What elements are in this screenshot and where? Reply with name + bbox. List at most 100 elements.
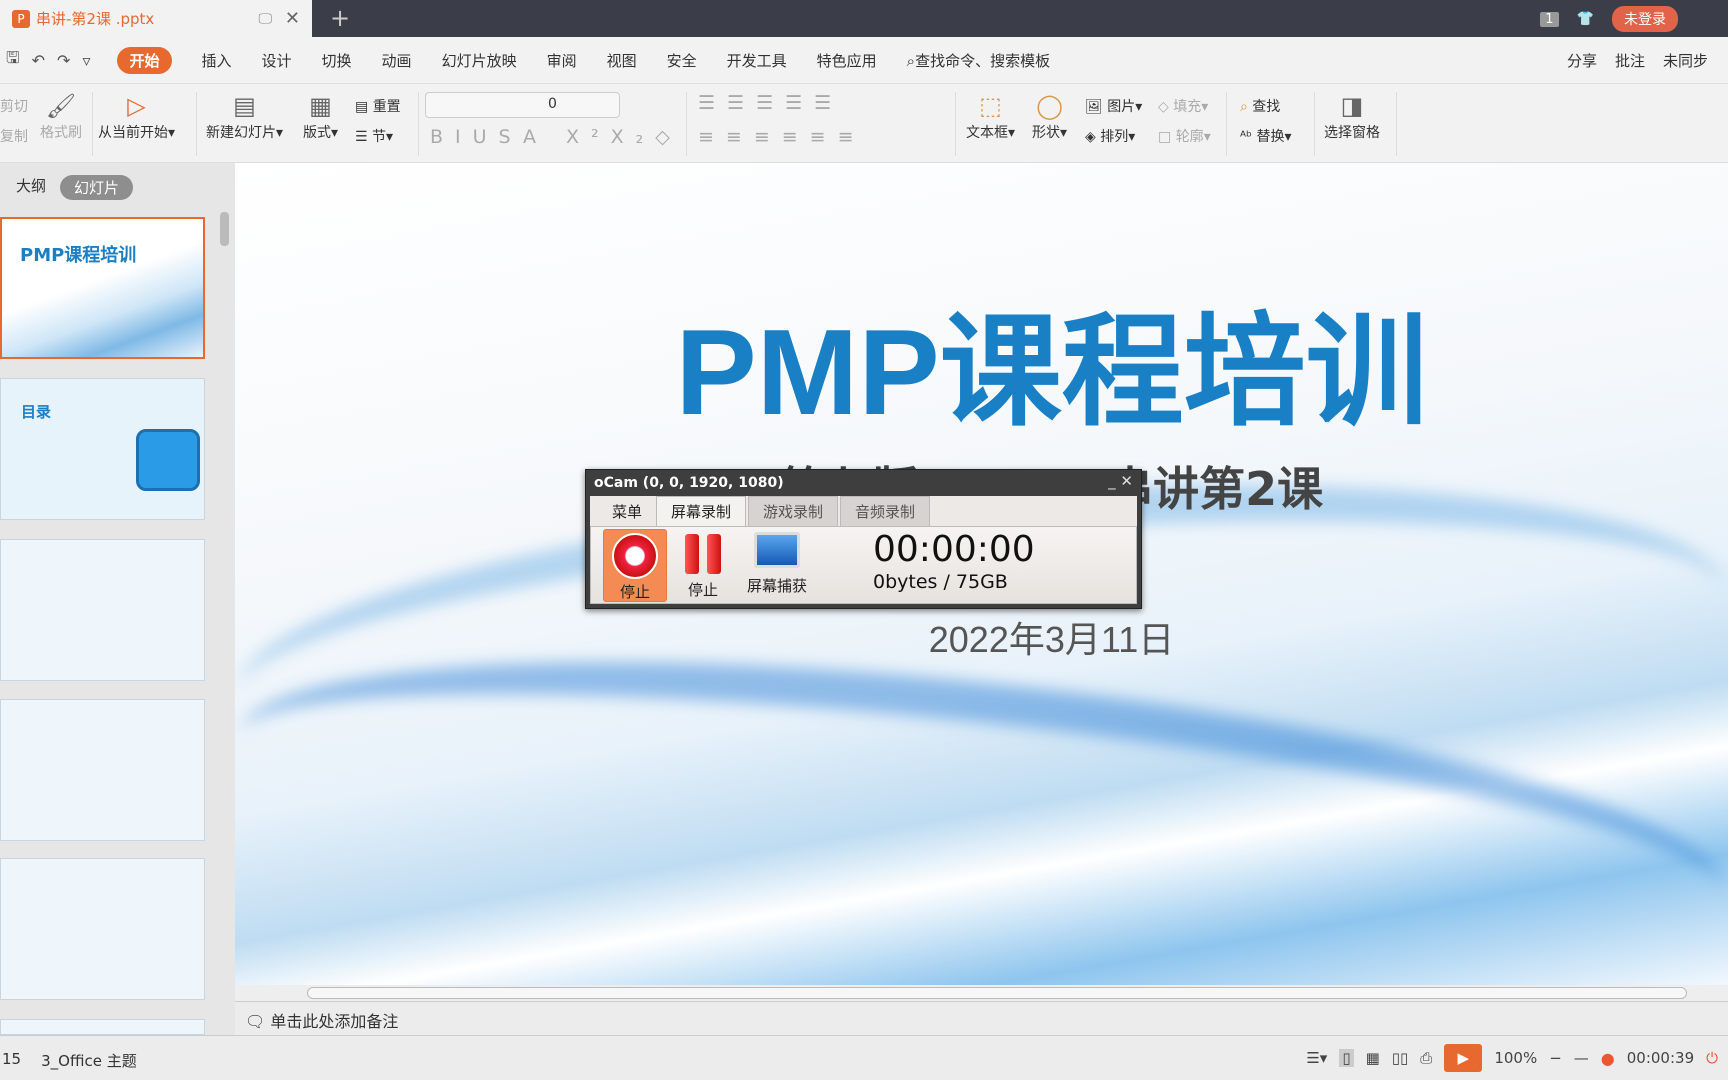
- slide-thumbnail[interactable]: PMP课程培训: [0, 217, 205, 359]
- ocam-file-size: 0bytes / 75GB: [873, 571, 1008, 593]
- slide-thumbnail[interactable]: [0, 1019, 205, 1035]
- play-from-current-button[interactable]: ▷ 从当前开始▾: [98, 92, 175, 142]
- login-button[interactable]: 未登录: [1612, 6, 1678, 32]
- arrange-button[interactable]: ◈ 排列▾: [1085, 129, 1135, 145]
- menu-special[interactable]: 特色应用: [817, 50, 877, 71]
- zoom-slider[interactable]: —: [1574, 1049, 1589, 1067]
- picture-label: 图片: [1107, 99, 1136, 115]
- new-tab-button[interactable]: +: [330, 4, 350, 32]
- tab-outline[interactable]: 大纲: [16, 175, 46, 200]
- panel-scrollbar[interactable]: [220, 212, 229, 246]
- window-count-badge[interactable]: 1: [1540, 11, 1559, 27]
- font-size-field[interactable]: 0: [425, 92, 620, 118]
- menu-developer[interactable]: 开发工具: [727, 50, 787, 71]
- search-command[interactable]: ⌕查找命令、搜索模板: [907, 50, 1050, 71]
- redo-icon[interactable]: ↷: [57, 51, 70, 70]
- ocam-tab-game-record[interactable]: 游戏录制: [748, 496, 839, 526]
- tab-slides[interactable]: 幻灯片: [60, 175, 134, 200]
- scroll-thumb[interactable]: [307, 987, 1687, 999]
- ocam-tab-audio-record[interactable]: 音频录制: [840, 496, 931, 526]
- slide-thumbnail[interactable]: 目录: [0, 378, 205, 520]
- close-tab-icon[interactable]: ✕: [285, 8, 300, 29]
- comment-button[interactable]: 批注: [1615, 50, 1645, 71]
- thumb-title: PMP课程培训: [20, 245, 137, 266]
- record-view-icon[interactable]: ⎙: [1420, 1049, 1432, 1067]
- pause-icon: [671, 534, 735, 574]
- ocam-capture-button[interactable]: 屏幕捕获: [739, 529, 815, 602]
- ocam-tab-screen-record[interactable]: 屏幕录制: [656, 496, 747, 526]
- zoom-out-icon[interactable]: −: [1549, 1049, 1562, 1067]
- cut-button[interactable]: 剪切 复制: [0, 92, 28, 152]
- selection-pane-button[interactable]: ◨ 选择窗格: [1324, 92, 1380, 142]
- menu-bar: 🖫 ↶ ↷ ▿ 开始 插入 设计 切换 动画 幻灯片放映 审阅 视图 安全 开发…: [0, 37, 1728, 83]
- replace-button[interactable]: ᴬᵇ 替换▾: [1240, 129, 1292, 145]
- slide-panel: 大纲 幻灯片 PMP课程培训 目录: [0, 163, 235, 1035]
- ocam-window: oCam (0, 0, 1920, 1080) _ ✕ 菜单 屏幕录制 游戏录制…: [585, 469, 1142, 609]
- notes-toggle-icon[interactable]: ☰▾: [1306, 1049, 1327, 1067]
- align-buttons[interactable]: ≡≡≡≡≡≡: [698, 126, 866, 148]
- find-button[interactable]: ⌕ 查找 ᴬᵇ 替换▾: [1240, 92, 1292, 152]
- notes-area[interactable]: 🗨 单击此处添加备注: [235, 1001, 1728, 1035]
- normal-view-icon[interactable]: ▯: [1339, 1049, 1354, 1067]
- menu-security[interactable]: 安全: [667, 50, 697, 71]
- menu-transitions[interactable]: 切换: [322, 50, 352, 71]
- textbox-label: 文本框: [966, 125, 1008, 141]
- paragraph-buttons[interactable]: ☰☰☰☰☰: [698, 92, 843, 114]
- save-icon[interactable]: 🖫: [6, 47, 20, 74]
- slide-date[interactable]: 2022年3月11日: [235, 611, 1728, 663]
- close-icon[interactable]: ✕: [1120, 472, 1133, 490]
- picture-button[interactable]: 🖼 图片▾ ◈ 排列▾: [1085, 92, 1142, 152]
- shape-button[interactable]: ◯ 形状▾: [1032, 92, 1067, 142]
- capture-label: 屏幕捕获: [746, 577, 807, 595]
- outline-label: 轮廓: [1175, 129, 1204, 145]
- menu-review[interactable]: 审阅: [547, 50, 577, 71]
- menu-insert[interactable]: 插入: [202, 50, 232, 71]
- slide-title[interactable]: PMP课程培训: [235, 273, 1728, 450]
- monitor-icon[interactable]: 🖵: [259, 11, 273, 27]
- menu-slideshow[interactable]: 幻灯片放映: [442, 50, 517, 71]
- undo-icon[interactable]: ↶: [32, 51, 45, 70]
- notes-placeholder: 单击此处添加备注: [270, 1012, 399, 1031]
- zoom-level[interactable]: 100%: [1494, 1049, 1537, 1067]
- minimize-icon[interactable]: _: [1108, 472, 1116, 490]
- sorter-view-icon[interactable]: ▦: [1366, 1049, 1380, 1067]
- outline-button[interactable]: □ 轮廓▾: [1158, 129, 1211, 145]
- divider: [196, 92, 197, 156]
- play-icon: ▷: [127, 92, 146, 120]
- menu-home[interactable]: 开始: [117, 46, 172, 74]
- customize-icon[interactable]: ▿: [82, 51, 90, 70]
- horizontal-scrollbar[interactable]: [235, 985, 1728, 1001]
- reading-view-icon[interactable]: ▯▯: [1392, 1049, 1409, 1067]
- play-label: 从当前开始: [98, 125, 168, 141]
- new-slide-button[interactable]: ▤ 新建幻灯片▾: [206, 92, 283, 142]
- slide-thumbnail[interactable]: [0, 699, 205, 841]
- ocam-stop-button[interactable]: 停止: [603, 529, 667, 602]
- ocam-pause-button[interactable]: 停止: [671, 529, 735, 602]
- slide-number: 15: [2, 1050, 22, 1068]
- ocam-elapsed-time: 00:00:00: [873, 529, 1035, 570]
- find-icon: ⌕: [1240, 99, 1248, 115]
- fill-button[interactable]: ◇ 填充▾ □ 轮廓▾: [1158, 92, 1211, 152]
- menu-animations[interactable]: 动画: [382, 50, 412, 71]
- skin-icon[interactable]: 👕: [1577, 11, 1594, 27]
- ocam-window-controls[interactable]: _ ✕: [1108, 472, 1133, 490]
- menu-design[interactable]: 设计: [262, 50, 292, 71]
- slide-thumbnail[interactable]: [0, 539, 205, 681]
- ocam-tab-menu[interactable]: 菜单: [598, 497, 656, 526]
- reset-button[interactable]: ▤ 重置 ☰ 节▾: [355, 92, 401, 152]
- divider: [955, 92, 956, 156]
- text-format-buttons[interactable]: BIUSA X²X₂◇: [430, 126, 682, 148]
- power-icon[interactable]: ⏻: [1706, 1049, 1718, 1067]
- monitor-icon: [754, 532, 800, 568]
- layout-button[interactable]: ▦ 版式▾: [303, 92, 338, 142]
- document-tab[interactable]: P 串讲-第2课 .pptx 🖵 ✕: [0, 0, 312, 37]
- share-button[interactable]: 分享: [1567, 50, 1597, 71]
- menu-view[interactable]: 视图: [607, 50, 637, 71]
- sync-button[interactable]: 未同步: [1663, 50, 1708, 71]
- textbox-button[interactable]: ⬚ 文本框▾: [966, 92, 1015, 142]
- format-painter-button[interactable]: 🖌 格式刷: [40, 92, 82, 142]
- slideshow-play-button[interactable]: ▶: [1444, 1044, 1483, 1072]
- slide-thumbnail[interactable]: [0, 858, 205, 1000]
- section-button[interactable]: ☰ 节▾: [355, 129, 393, 145]
- copy-button[interactable]: 复制: [0, 129, 28, 145]
